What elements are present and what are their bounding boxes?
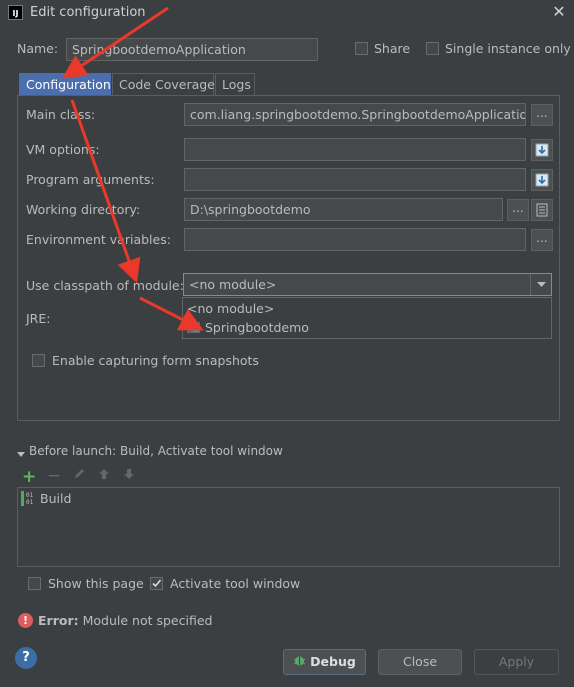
annotation-arrows (62, 6, 204, 331)
annotation-arrow (139, 296, 204, 331)
annotation-arrow (70, 99, 141, 284)
annotation-arrow (62, 6, 169, 79)
